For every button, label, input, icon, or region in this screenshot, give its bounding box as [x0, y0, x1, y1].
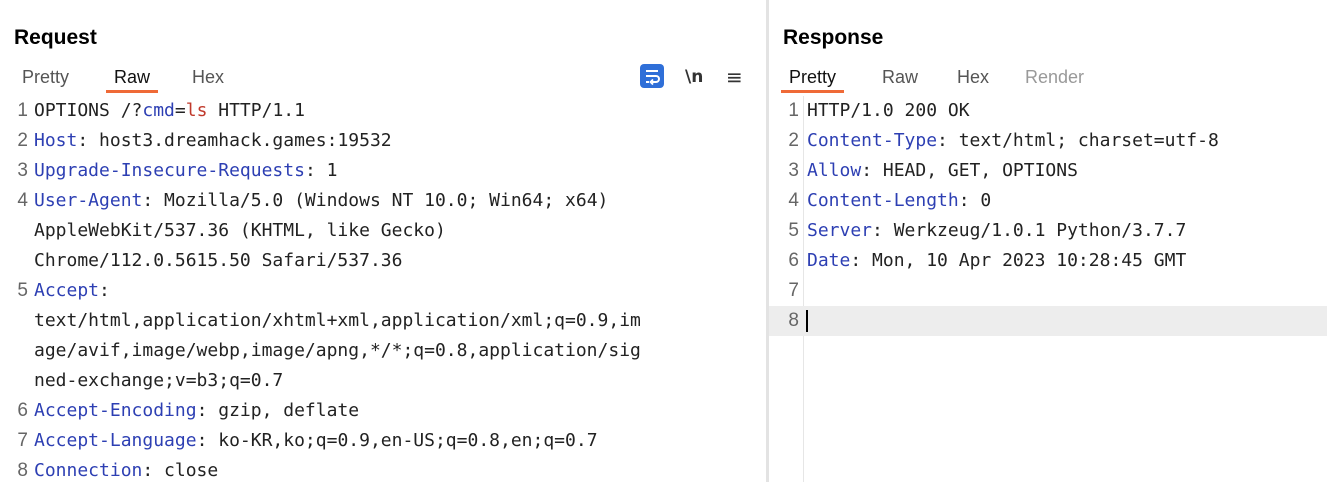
request-title: Request: [14, 26, 97, 49]
response-tab-pretty[interactable]: Pretty: [780, 64, 845, 93]
request-code-line[interactable]: Chrome/112.0.5615.50 Safari/537.36: [0, 246, 766, 276]
response-code-line[interactable]: 4 Content-Length: 0: [769, 186, 1327, 216]
newline-toggle-icon[interactable]: \n: [685, 64, 703, 90]
header-name: Host: [34, 130, 78, 151]
code-text: Chrome/112.0.5615.50 Safari/537.36: [34, 250, 403, 271]
response-code-line[interactable]: 6 Date: Mon, 10 Apr 2023 10:28:45 GMT: [769, 246, 1327, 276]
header-name: Upgrade-Insecure-Requests: [34, 160, 305, 181]
request-code-line[interactable]: 7 Accept-Language: ko-KR,ko;q=0.9,en-US;q…: [0, 426, 766, 456]
request-tab-hex[interactable]: Hex: [192, 64, 224, 91]
line-number: 2: [17, 130, 28, 151]
code-text: : ko-KR,ko;q=0.9,en-US;q=0.8,en;q=0.7: [196, 430, 598, 451]
code-text: OPTIONS /?: [34, 100, 143, 121]
request-code-line[interactable]: 5 Accept:: [0, 276, 766, 306]
response-code-line[interactable]: 1 HTTP/1.0 200 OK: [769, 96, 1327, 126]
header-name: Date: [807, 250, 851, 271]
code-text: =: [174, 100, 186, 121]
code-text: AppleWebKit/537.36 (KHTML, like Gecko): [34, 220, 446, 241]
request-editor[interactable]: 1 OPTIONS /?cmd=ls HTTP/1.1 2 Host: host3.d…: [0, 96, 766, 482]
request-code-line[interactable]: 4 User-Agent: Mozilla/5.0 (Windows NT 10.…: [0, 186, 766, 216]
request-tab-raw[interactable]: Raw: [105, 64, 159, 93]
code-text: : HEAD, GET, OPTIONS: [861, 160, 1078, 181]
wrap-lines-icon[interactable]: [640, 64, 664, 88]
request-code-line[interactable]: age/avif,image/webp,image/apng,*/*;q=0.8…: [0, 336, 766, 366]
request-code-line[interactable]: ned-exchange;v=b3;q=0.7: [0, 366, 766, 396]
response-code-line[interactable]: 8: [769, 306, 1327, 336]
line-number: 1: [788, 100, 799, 121]
line-number: 8: [17, 460, 28, 481]
response-code-line[interactable]: 3 Allow: HEAD, GET, OPTIONS: [769, 156, 1327, 186]
line-number: 3: [788, 160, 799, 181]
request-code-line[interactable]: AppleWebKit/537.36 (KHTML, like Gecko): [0, 216, 766, 246]
line-number: 4: [17, 190, 28, 211]
line-number: 6: [17, 400, 28, 421]
code-text: HTTP/1.0 200 OK: [807, 100, 970, 121]
response-tab-raw[interactable]: Raw: [882, 64, 918, 91]
line-number: 7: [17, 430, 28, 451]
response-code-line[interactable]: 7: [769, 276, 1327, 306]
request-code-line[interactable]: text/html,application/xhtml+xml,applicat…: [0, 306, 766, 336]
request-pane: Request Pretty Raw Hex \n ≡ 1 OPTIONS /?c…: [0, 0, 766, 482]
line-number: 1: [17, 100, 28, 121]
response-code-line[interactable]: 2 Content-Type: text/html; charset=utf-8: [769, 126, 1327, 156]
response-tab-hex[interactable]: Hex: [957, 64, 989, 91]
code-text: :: [99, 280, 110, 301]
request-code-line[interactable]: 6 Accept-Encoding: gzip, deflate: [0, 396, 766, 426]
code-text: : Werkzeug/1.0.1 Python/3.7.7: [872, 220, 1187, 241]
request-code-line[interactable]: 3 Upgrade-Insecure-Requests: 1: [0, 156, 766, 186]
code-text: : host3.dreamhack.games:19532: [77, 130, 392, 151]
code-text: : close: [142, 460, 219, 481]
code-text: HTTP/1.1: [207, 100, 305, 121]
line-number: 6: [788, 250, 799, 271]
code-text: : text/html; charset=utf-8: [937, 130, 1219, 151]
response-pane: Response Pretty Raw Hex Render 1 HTTP/1.0…: [769, 0, 1327, 482]
response-code-line[interactable]: 5 Server: Werkzeug/1.0.1 Python/3.7.7: [769, 216, 1327, 246]
header-name: Accept-Encoding: [34, 400, 197, 421]
code-text: : 1: [304, 160, 338, 181]
line-number: 5: [17, 280, 28, 301]
header-name: cmd: [142, 100, 175, 121]
header-name: Content-Type: [807, 130, 938, 151]
request-code-line[interactable]: 8 Connection: close: [0, 456, 766, 482]
header-name: Server: [807, 220, 873, 241]
header-name: Allow: [807, 160, 862, 181]
text-caret: [806, 310, 808, 332]
line-number: 7: [788, 280, 799, 301]
code-text: : gzip, deflate: [196, 400, 360, 421]
code-text: : Mon, 10 Apr 2023 10:28:45 GMT: [850, 250, 1187, 271]
line-number: 3: [17, 160, 28, 181]
param-value: ls: [185, 100, 208, 121]
line-number: 2: [788, 130, 799, 151]
line-number: 4: [788, 190, 799, 211]
request-tabs: Pretty Raw Hex \n ≡: [0, 64, 766, 94]
header-name: Connection: [34, 460, 143, 481]
header-name: Content-Length: [807, 190, 959, 211]
header-name: User-Agent: [34, 190, 143, 211]
request-code-line[interactable]: 1 OPTIONS /?cmd=ls HTTP/1.1: [0, 96, 766, 126]
line-number: 8: [788, 310, 799, 331]
response-tabs: Pretty Raw Hex Render: [769, 64, 1327, 94]
code-text: ned-exchange;v=b3;q=0.7: [34, 370, 284, 391]
line-number: 5: [788, 220, 799, 241]
request-tab-pretty[interactable]: Pretty: [22, 64, 69, 91]
menu-icon[interactable]: ≡: [726, 64, 743, 90]
response-title: Response: [783, 26, 884, 49]
code-text: : Mozilla/5.0 (Windows NT 10.0; Win64; x…: [142, 190, 609, 211]
code-text: age/avif,image/webp,image/apng,*/*;q=0.8…: [34, 340, 641, 361]
code-text: text/html,application/xhtml+xml,applicat…: [34, 310, 641, 331]
response-tab-render[interactable]: Render: [1025, 64, 1084, 91]
request-code-line[interactable]: 2 Host: host3.dreamhack.games:19532: [0, 126, 766, 156]
header-name: Accept-Language: [34, 430, 197, 451]
response-editor[interactable]: 1 HTTP/1.0 200 OK 2 Content-Type: text/html…: [769, 96, 1327, 482]
code-text: : 0: [958, 190, 992, 211]
header-name: Accept: [34, 280, 100, 301]
